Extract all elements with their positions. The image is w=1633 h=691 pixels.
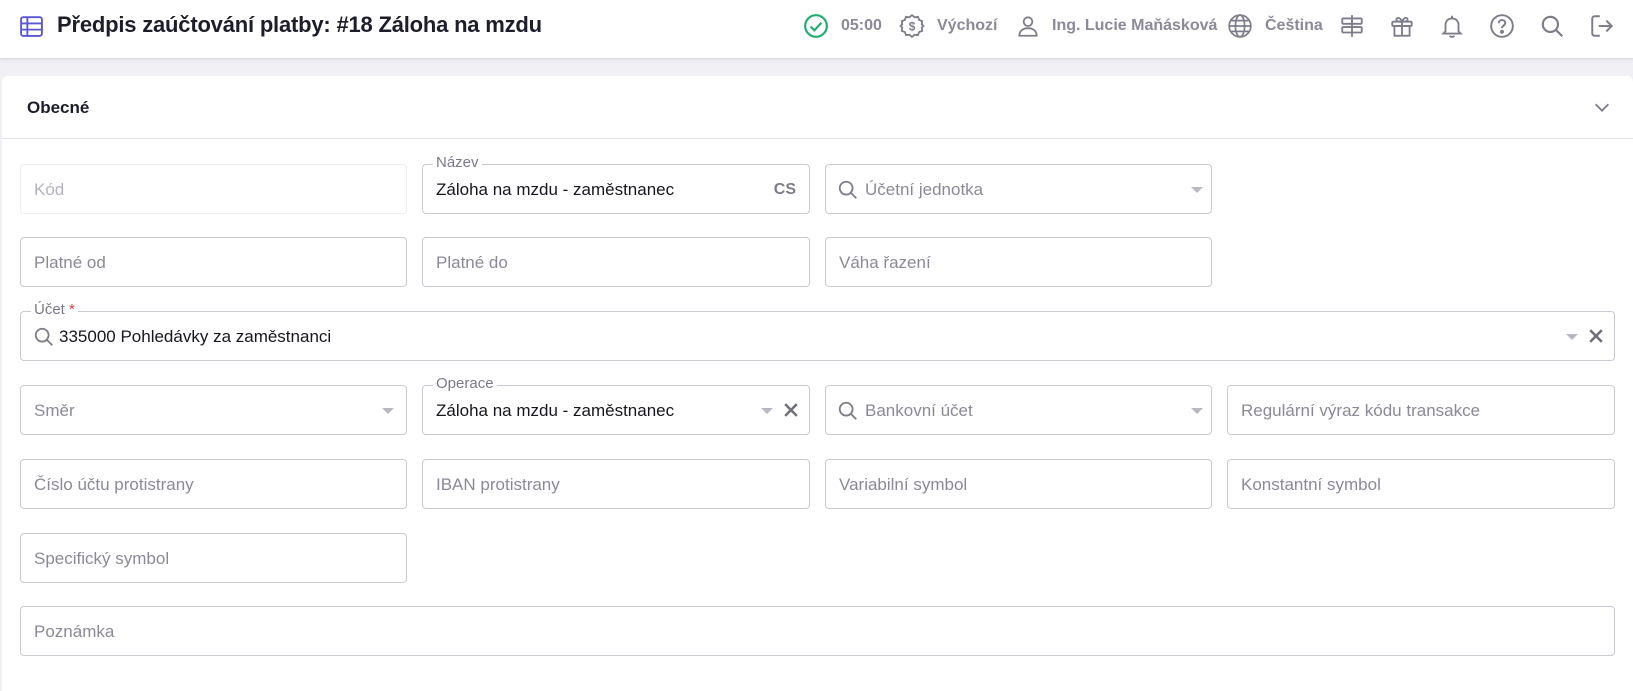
konstantni-symbol-field[interactable]: Konstantní symbol <box>1227 459 1615 509</box>
iban-protistrany-placeholder: IBAN protistrany <box>436 475 560 494</box>
vaha-razeni-placeholder: Váha řazení <box>839 253 931 272</box>
regularni-vyraz-field[interactable]: Regulární výraz kódu transakce <box>1227 385 1615 435</box>
konstantni-symbol-placeholder: Konstantní symbol <box>1241 475 1381 494</box>
ucet-label-text: Účet <box>34 301 65 318</box>
user-menu[interactable]: Ing. Lucie Maňásková <box>1015 0 1217 52</box>
search-icon <box>1541 15 1564 38</box>
platne-od-field[interactable]: Platné od <box>20 237 407 287</box>
chevron-up-icon[interactable] <box>1591 96 1613 118</box>
required-mark: * <box>69 301 75 318</box>
language-code-badge[interactable]: CS <box>774 181 796 199</box>
operace-label: Operace <box>433 375 497 393</box>
table-icon <box>20 16 43 37</box>
search-icon <box>838 180 857 199</box>
specificky-symbol-placeholder: Specifický symbol <box>34 549 170 568</box>
help-icon <box>1490 14 1514 38</box>
svg-text:$: $ <box>909 20 916 34</box>
currency-selector[interactable]: $ Výchozí <box>899 0 997 52</box>
nazev-field[interactable]: Název Záloha na mzdu - zaměstnanec CS <box>422 154 810 214</box>
platne-od-placeholder: Platné od <box>34 253 106 272</box>
variabilni-symbol-placeholder: Variabilní symbol <box>839 475 968 494</box>
search-icon <box>838 401 857 420</box>
search-icon <box>34 327 53 346</box>
signpost-icon <box>1341 15 1363 37</box>
bankovni-ucet-select[interactable]: Bankovní účet <box>825 385 1212 435</box>
smer-select[interactable]: Směr <box>20 385 407 435</box>
poznamka-placeholder: Poznámka <box>34 622 115 641</box>
bell-icon <box>1441 15 1463 38</box>
signpost-button[interactable] <box>1339 0 1365 52</box>
regularni-vyraz-placeholder: Regulární výraz kódu transakce <box>1241 401 1481 420</box>
timer-text: 05:00 <box>841 17 882 34</box>
iban-protistrany-field[interactable]: IBAN protistrany <box>422 459 810 509</box>
dropdown-arrow-icon[interactable] <box>382 408 394 414</box>
nazev-label: Název <box>433 154 482 172</box>
session-timer[interactable]: 05:00 <box>803 0 882 52</box>
ucet-value: 335000 Pohledávky za zaměstnanci <box>59 327 332 346</box>
kod-placeholder: Kód <box>34 180 65 199</box>
clear-icon[interactable] <box>781 400 801 420</box>
poznamka-field[interactable]: Poznámka <box>20 606 1615 656</box>
clear-icon[interactable] <box>1586 326 1606 346</box>
gift-button[interactable] <box>1389 0 1415 52</box>
dropdown-arrow-icon[interactable] <box>1191 408 1203 414</box>
language-label: Čeština <box>1265 17 1323 34</box>
user-icon <box>1018 16 1038 37</box>
ucet-label: Účet * <box>31 301 78 319</box>
logout-button[interactable] <box>1589 0 1615 52</box>
section-title: Obecné <box>27 98 90 117</box>
ucet-select[interactable]: Účet * 335000 Pohledávky za zaměstnanci <box>20 301 1615 361</box>
dropdown-arrow-icon[interactable] <box>1566 334 1578 340</box>
operace-select[interactable]: Operace Záloha na mzdu - zaměstnanec <box>422 375 810 435</box>
help-button[interactable] <box>1489 0 1515 52</box>
ucetni-jednotka-select[interactable]: Účetní jednotka <box>825 164 1212 214</box>
page-title: Předpis zaúčtování platby: #18 Záloha na… <box>57 12 542 37</box>
specificky-symbol-field[interactable]: Specifický symbol <box>20 533 407 583</box>
platne-do-placeholder: Platné do <box>436 253 508 272</box>
logout-icon <box>1591 15 1614 37</box>
user-name: Ing. Lucie Maňásková <box>1052 17 1218 34</box>
notifications-button[interactable] <box>1439 0 1465 52</box>
dropdown-arrow-icon[interactable] <box>1191 187 1203 193</box>
globe-icon <box>1228 14 1252 38</box>
check-circle-icon <box>804 14 828 38</box>
section-header[interactable]: Obecné <box>2 76 1633 139</box>
operace-value: Záloha na mzdu - zaměstnanec <box>436 401 675 420</box>
platne-do-field[interactable]: Platné do <box>422 237 810 287</box>
ucetni-jednotka-placeholder: Účetní jednotka <box>865 180 984 199</box>
smer-placeholder: Směr <box>34 401 75 420</box>
currency-label: Výchozí <box>937 17 998 34</box>
currency-icon: $ <box>899 13 925 39</box>
search-button[interactable] <box>1539 0 1565 52</box>
bankovni-ucet-placeholder: Bankovní účet <box>865 401 973 420</box>
cislo-uctu-protistrany-placeholder: Číslo účtu protistrany <box>34 475 194 494</box>
variabilni-symbol-field[interactable]: Variabilní symbol <box>825 459 1212 509</box>
language-selector[interactable]: Čeština <box>1227 0 1323 52</box>
vaha-razeni-field[interactable]: Váha řazení <box>825 237 1212 287</box>
gift-icon <box>1391 16 1413 37</box>
nazev-value: Záloha na mzdu - zaměstnanec <box>436 180 675 199</box>
top-bar: Předpis zaúčtování platby: #18 Záloha na… <box>0 0 1633 59</box>
cislo-uctu-protistrany-field[interactable]: Číslo účtu protistrany <box>20 459 407 509</box>
kod-field: Kód <box>20 164 407 214</box>
dropdown-arrow-icon[interactable] <box>761 408 773 414</box>
